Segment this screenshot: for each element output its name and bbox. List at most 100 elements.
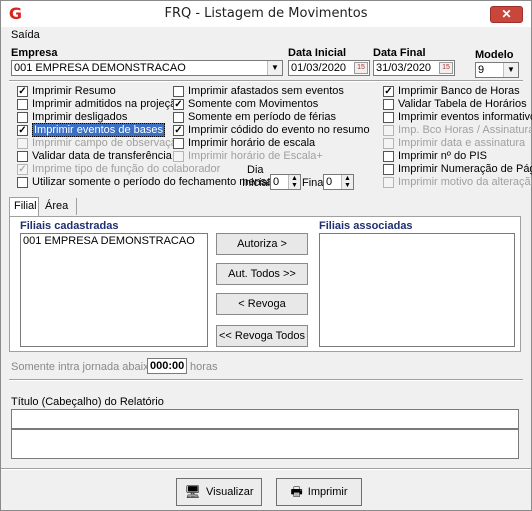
checkbox-box — [17, 151, 28, 162]
cb-motivo-alteracao[interactable]: Imprimir motivo da alteração — [383, 176, 532, 189]
checkbox-label: Imprimir afastados sem eventos — [188, 85, 344, 97]
tab-filial-label: Filial — [14, 200, 37, 212]
checkbox-label: Imprimir Numeração de Pág. — [398, 163, 532, 175]
calendar-icon[interactable]: 15 — [354, 62, 368, 74]
imprimir-label: Imprimir — [307, 486, 348, 498]
titulo-input-line2[interactable] — [11, 429, 519, 459]
chevron-down-icon[interactable]: ▼ — [267, 61, 282, 75]
dia-final-value: 0 — [326, 176, 333, 188]
checkbox-box — [383, 112, 394, 123]
titulo-input[interactable] — [11, 409, 519, 429]
checkbox-label: Imprimir códido do evento no resumo — [188, 124, 370, 136]
imprimir-button[interactable]: 🖶 Imprimir — [276, 478, 362, 506]
data-inicial-label: Data Inicial — [288, 47, 347, 59]
checkbox-box — [17, 177, 28, 188]
checkbox-box — [383, 177, 394, 188]
visualizar-button[interactable]: 🖥 Visualizar — [176, 478, 262, 506]
cb-eventos-bases[interactable]: ✓ Imprimir eventos de bases — [17, 123, 165, 137]
data-final-field[interactable]: 31/03/2020 15 — [373, 60, 455, 76]
autoriza-todos-button[interactable]: Aut. Todos >> — [216, 263, 308, 285]
cb-numeracao-pagina[interactable]: Imprimir Numeração de Pág. — [383, 163, 532, 176]
data-inicial-field[interactable]: 01/03/2020 15 — [288, 60, 370, 76]
checkbox-label: Imprimir desligados — [32, 111, 128, 123]
cb-banco-horas[interactable]: ✓ Imprimir Banco de Horas — [383, 85, 520, 98]
data-final-label: Data Final — [373, 47, 426, 59]
cb-afastados-sem-eventos[interactable]: Imprimir afastados sem eventos — [173, 85, 344, 98]
checkbox-box: ✓ — [17, 164, 28, 175]
cb-periodo-ferias[interactable]: Somente em período de férias — [173, 111, 336, 124]
modelo-label: Modelo — [475, 49, 514, 61]
cb-tipo-funcao[interactable]: ✓ Imprime tipo de função do colaborador — [17, 163, 220, 176]
checkbox-box — [383, 125, 394, 136]
filiais-associadas-list[interactable] — [319, 233, 515, 347]
checkbox-label: Imprime tipo de função do colaborador — [32, 163, 221, 175]
report-window: G FRQ - Listagem de Movimentos ✕ Saída E… — [0, 0, 532, 511]
checkbox-label: Imprimir data e assinatura — [398, 137, 526, 149]
cb-codigo-evento-resumo[interactable]: ✓ Imprimir códido do evento no resumo — [173, 124, 370, 137]
checkbox-box — [17, 112, 28, 123]
cb-validar-transferencia[interactable]: Validar data de transferência — [17, 150, 172, 163]
empresa-select[interactable]: 001 EMPRESA DEMONSTRACAO ▼ — [11, 60, 283, 76]
list-item[interactable]: 001 EMPRESA DEMONSTRACAO — [21, 234, 207, 248]
spinner-arrows-icon[interactable]: ▲ ▼ — [341, 175, 353, 189]
revoga-todos-label: << Revoga Todos — [218, 330, 306, 342]
footer-separator — [1, 468, 531, 470]
checkbox-label: Imprimir horário de Escala+ — [188, 150, 323, 162]
checkbox-label: Imprimir nº do PIS — [398, 150, 487, 162]
checkbox-box: ✓ — [173, 99, 184, 110]
revoga-button[interactable]: < Revoga — [216, 293, 308, 315]
autoriza-todos-label: Aut. Todos >> — [228, 268, 296, 280]
cb-imprimir-resumo[interactable]: ✓ Imprimir Resumo — [17, 85, 116, 98]
cb-horario-escala-plus[interactable]: Imprimir horário de Escala+ — [173, 150, 323, 163]
cb-eventos-informativos[interactable]: Imprimir eventos informativos — [383, 111, 532, 124]
dia-inicial-spinner[interactable]: 0 ▲ ▼ — [270, 174, 301, 190]
checkbox-label: Validar Tabela de Horários — [398, 98, 527, 110]
checkbox-label: Utilizar somente o período do fechamento… — [32, 176, 275, 188]
close-button[interactable]: ✕ — [490, 6, 523, 23]
empresa-label: Empresa — [11, 47, 58, 59]
cb-data-assinatura[interactable]: Imprimir data e assinatura — [383, 137, 525, 150]
tab-filial[interactable]: Filial — [9, 197, 39, 216]
printer-icon: 🖶 — [290, 484, 303, 499]
checkbox-label: Imprimir motivo da alteração — [398, 176, 532, 188]
checkbox-label: Imprimir Banco de Horas — [398, 85, 520, 97]
autoriza-button[interactable]: Autoriza > — [216, 233, 308, 255]
filiais-associadas-label: Filiais associadas — [319, 220, 413, 232]
cb-numero-pis[interactable]: Imprimir nº do PIS — [383, 150, 487, 163]
checkbox-label: Validar data de transferência — [32, 150, 172, 162]
data-inicial-value: 01/03/2020 — [291, 62, 347, 74]
cb-bco-horas-assinatura[interactable]: Imp. Bco Horas / Assinatura — [383, 124, 532, 137]
checkbox-box: ✓ — [17, 125, 28, 136]
cb-horario-escala[interactable]: Imprimir horário de escala — [173, 137, 315, 150]
window-title: FRQ - Listagem de Movimentos — [164, 6, 368, 21]
checkbox-label: Somente em período de férias — [188, 111, 336, 123]
revoga-todos-button[interactable]: << Revoga Todos — [216, 325, 308, 347]
modelo-select[interactable]: 9 ▼ — [475, 62, 519, 78]
menu-bar: Saída — [1, 27, 531, 45]
checkbox-box — [173, 86, 184, 97]
checkbox-label: Imprimir campo de observação — [32, 137, 184, 149]
cb-admitidos-projecao[interactable]: Imprimir admitidos na projeção — [17, 98, 182, 111]
cb-validar-tabela-horarios[interactable]: Validar Tabela de Horários — [383, 98, 527, 111]
checkbox-box — [17, 99, 28, 110]
cb-campo-observacao[interactable]: Imprimir campo de observação — [17, 137, 183, 150]
cb-periodo-fechamento[interactable]: Utilizar somente o período do fechamento… — [17, 176, 275, 189]
checkbox-label: Imprimir eventos informativos — [398, 111, 532, 123]
tab-area[interactable]: Área — [41, 198, 77, 215]
checkbox-label: Somente com Movimentos — [188, 98, 319, 110]
filiais-cadastradas-list[interactable]: 001 EMPRESA DEMONSTRACAO — [20, 233, 208, 347]
intrajornada-unit: horas — [190, 361, 218, 373]
checkbox-label: Imprimir admitidos na projeção — [32, 98, 183, 110]
intrajornada-field[interactable]: 000:00 — [147, 358, 187, 374]
checkbox-box: ✓ — [17, 86, 28, 97]
dia-final-spinner[interactable]: 0 ▲ ▼ — [323, 174, 354, 190]
calendar-icon[interactable]: 15 — [439, 62, 453, 74]
chevron-down-icon[interactable]: ▼ — [503, 63, 518, 77]
spinner-arrows-icon[interactable]: ▲ ▼ — [288, 175, 300, 189]
checkbox-box — [383, 99, 394, 110]
menu-saida[interactable]: Saída — [11, 29, 40, 41]
dia-label: Dia — [247, 164, 264, 176]
cb-somente-movimentos[interactable]: ✓ Somente com Movimentos — [173, 98, 318, 111]
checkbox-box: ✓ — [173, 125, 184, 136]
options-separator — [9, 80, 523, 82]
